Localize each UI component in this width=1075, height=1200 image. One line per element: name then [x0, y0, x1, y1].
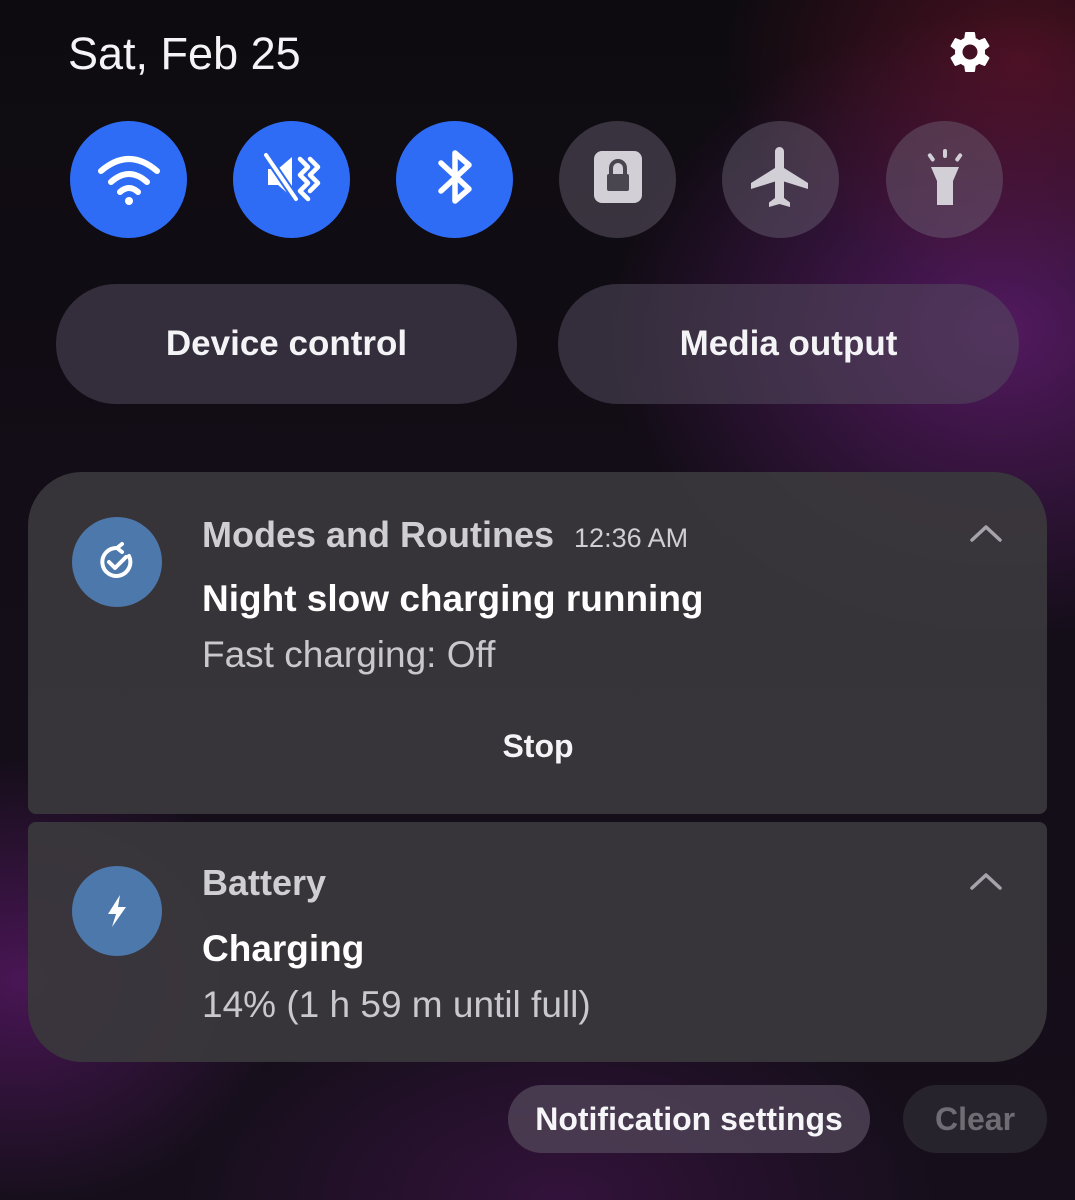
bluetooth-toggle[interactable] — [396, 121, 513, 238]
collapse-chevron-button[interactable] — [964, 868, 1008, 898]
date-label: Sat, Feb 25 — [68, 28, 301, 79]
collapse-chevron-button[interactable] — [964, 520, 1008, 550]
lock-rotation-toggle[interactable] — [559, 121, 676, 238]
gear-icon — [945, 27, 995, 82]
lightning-bolt-icon — [72, 866, 162, 956]
notification-title: Night slow charging running — [202, 578, 704, 619]
wifi-icon — [93, 141, 165, 218]
stop-button[interactable]: Stop — [468, 716, 608, 776]
notification-app-name: Modes and Routines 12:36 AM — [202, 514, 689, 555]
lock-rotation-icon — [582, 141, 654, 218]
vibrate-mute-toggle[interactable] — [233, 121, 350, 238]
vibrate-mute-icon — [256, 141, 328, 218]
chevron-up-icon — [968, 870, 1004, 897]
flashlight-icon — [909, 141, 981, 218]
notification-card-routines[interactable]: Modes and Routines 12:36 AM Night slow ch… — [28, 472, 1047, 814]
airplane-icon — [745, 141, 817, 218]
bluetooth-icon — [419, 141, 491, 218]
notification-settings-button[interactable]: Notification settings — [508, 1085, 870, 1153]
notification-time: 12:36 AM — [574, 523, 689, 553]
routine-check-icon — [72, 517, 162, 607]
flashlight-toggle[interactable] — [886, 121, 1003, 238]
airplane-toggle[interactable] — [722, 121, 839, 238]
notification-card-battery[interactable]: Battery Charging 14% (1 h 59 m until ful… — [28, 822, 1047, 1062]
clear-button[interactable]: Clear — [903, 1085, 1047, 1153]
notification-app-name: Battery — [202, 862, 327, 903]
device-control-button[interactable]: Device control — [56, 284, 517, 404]
media-output-button[interactable]: Media output — [558, 284, 1019, 404]
notification-title: Charging — [202, 928, 365, 969]
settings-button[interactable] — [940, 24, 1000, 84]
chevron-up-icon — [968, 522, 1004, 549]
notification-body: 14% (1 h 59 m until full) — [202, 984, 591, 1025]
notification-body: Fast charging: Off — [202, 634, 496, 675]
wifi-toggle[interactable] — [70, 121, 187, 238]
